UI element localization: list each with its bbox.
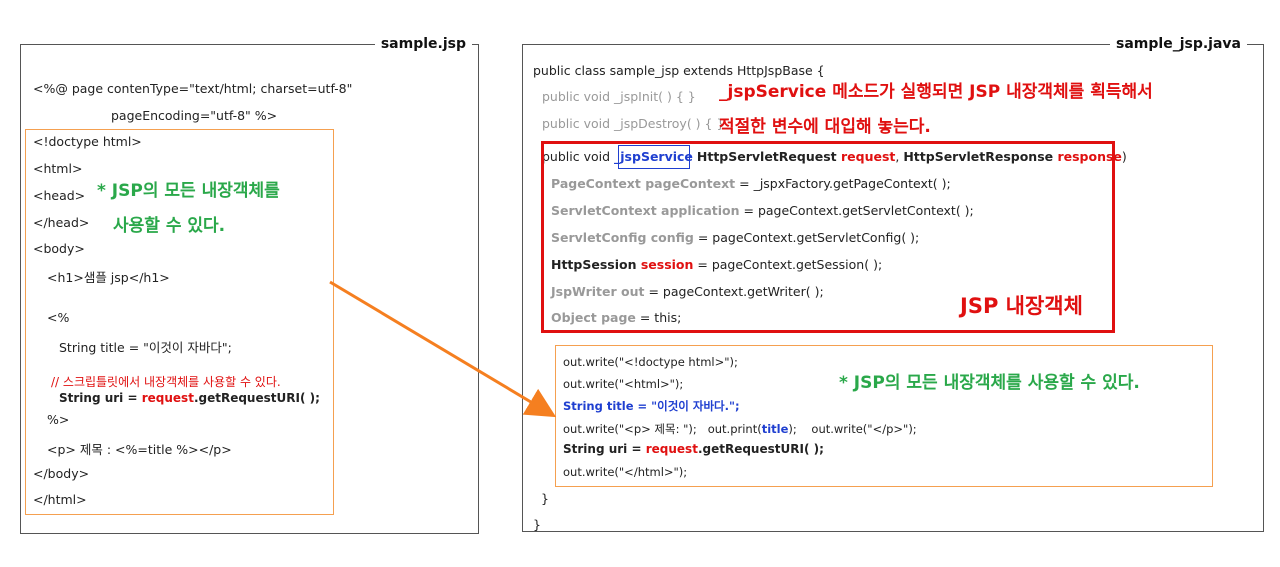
- arrow-line: [329, 280, 557, 418]
- connector-arrow: [329, 280, 557, 418]
